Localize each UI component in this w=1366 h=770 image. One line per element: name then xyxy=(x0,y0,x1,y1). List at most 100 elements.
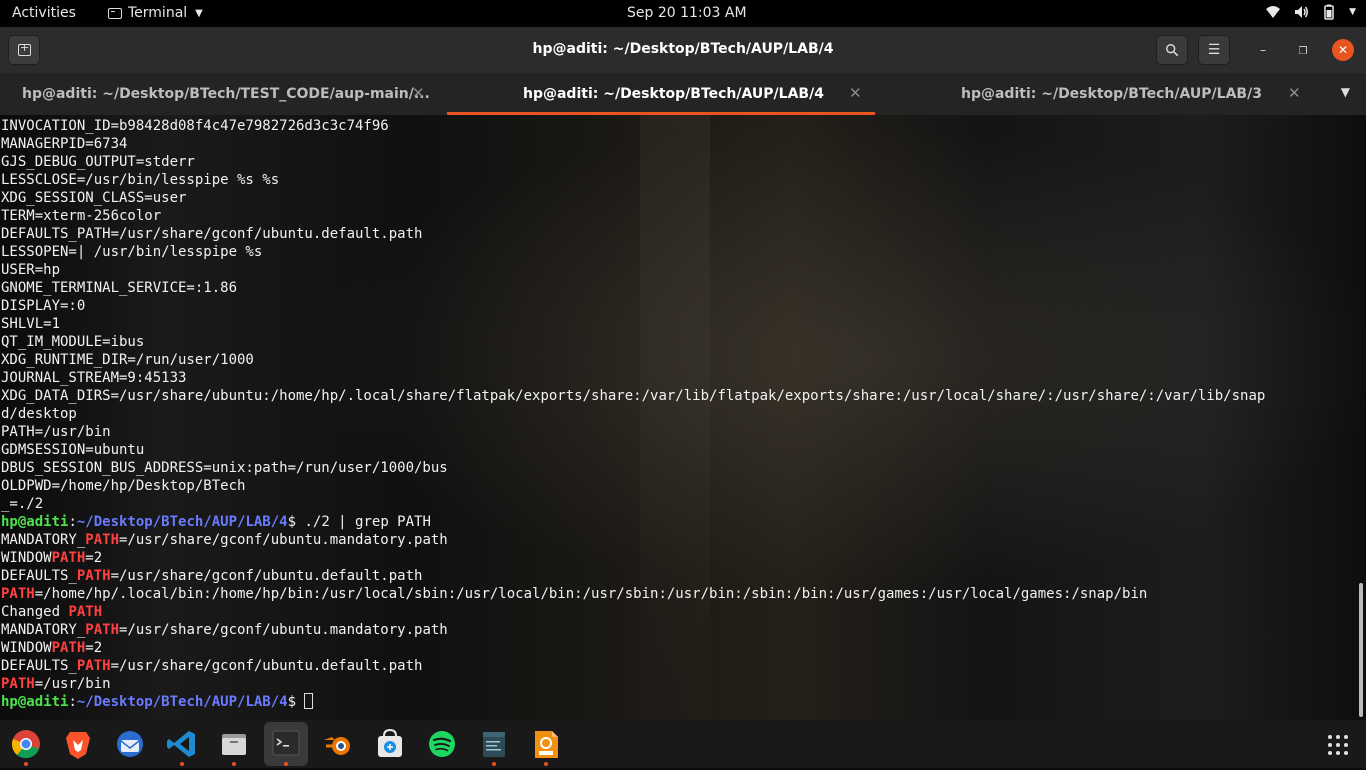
dock-text-editor[interactable] xyxy=(476,726,512,766)
grep-line: WINDOWPATH=2 xyxy=(1,550,103,566)
dock-software-center[interactable] xyxy=(372,726,408,762)
tab-close-icon[interactable]: ✕ xyxy=(1288,84,1301,102)
minimize-icon: – xyxy=(1260,43,1266,57)
minimize-button[interactable]: – xyxy=(1252,39,1274,61)
dock-chrome[interactable] xyxy=(8,726,44,766)
text-editor-icon xyxy=(483,732,505,757)
prompt-symbol: $ xyxy=(287,514,297,530)
terminal-line: INVOCATION_ID=b98428d08f4c47e7982726d3c3… xyxy=(1,118,389,134)
search-icon xyxy=(1166,44,1179,57)
running-indicator xyxy=(284,762,288,766)
search-button[interactable] xyxy=(1156,35,1188,65)
command-text: ./2 | grep PATH xyxy=(296,514,431,530)
app-menu-label: Terminal xyxy=(128,5,188,21)
prompt-line: hp@aditi:~/Desktop/BTech/AUP/LAB/4$ ./2 … xyxy=(1,513,1265,531)
chrome-icon xyxy=(11,730,40,759)
prompt-path: ~/Desktop/BTech/AUP/LAB/4 xyxy=(76,514,288,530)
grep-line: MANDATORY_PATH=/usr/share/gconf/ubuntu.m… xyxy=(1,532,448,548)
tab-label: hp@aditi: ~/Desktop/BTech/AUP/LAB/4 xyxy=(523,86,824,102)
terminal-output[interactable]: INVOCATION_ID=b98428d08f4c47e7982726d3c3… xyxy=(0,115,1366,720)
dock xyxy=(0,720,1366,768)
terminal-line: XDG_SESSION_CLASS=user xyxy=(1,190,187,206)
top-bar: Activities Terminal ▼ Sep 20 11:03 AM ▼ xyxy=(0,0,1366,27)
grep-line: MANDATORY_PATH=/usr/share/gconf/ubuntu.m… xyxy=(1,622,448,638)
grep-match: PATH xyxy=(76,658,111,674)
running-indicator xyxy=(24,762,28,766)
terminal-line: LESSCLOSE=/usr/bin/lesspipe %s %s xyxy=(1,172,280,188)
volume-icon xyxy=(1295,6,1309,18)
grep-match: PATH xyxy=(51,550,86,566)
dock-blender[interactable] xyxy=(320,726,356,762)
grep-line: PATH=/home/hp/.local/bin:/home/hp/bin:/u… xyxy=(1,586,1148,602)
tab-lab-4[interactable]: hp@aditi: ~/Desktop/BTech/AUP/LAB/4 ✕ xyxy=(447,73,875,115)
terminal-line: _=./2 xyxy=(1,496,44,512)
dock-spotify[interactable] xyxy=(424,726,460,762)
terminal-line: GNOME_TERMINAL_SERVICE=:1.86 xyxy=(1,280,238,296)
tab-close-icon[interactable]: ✕ xyxy=(849,84,862,102)
running-indicator xyxy=(544,762,548,766)
blender-icon xyxy=(324,737,350,755)
prompt-colon: : xyxy=(68,514,77,530)
running-indicator xyxy=(232,762,236,766)
terminal-line: GJS_DEBUG_OUTPUT=stderr xyxy=(1,154,195,170)
grep-line: PATH=/usr/bin xyxy=(1,676,111,692)
clock[interactable]: Sep 20 11:03 AM xyxy=(627,5,747,21)
grep-line: WINDOWPATH=2 xyxy=(1,640,103,656)
grep-line: DEFAULTS_PATH=/usr/share/gconf/ubuntu.de… xyxy=(1,658,423,674)
dock-brave[interactable] xyxy=(60,726,96,762)
tab-close-icon[interactable]: ✕ xyxy=(412,84,425,102)
terminal-icon xyxy=(108,7,122,19)
pdf-tool-icon xyxy=(535,731,558,758)
prompt-path: ~/Desktop/BTech/AUP/LAB/4 xyxy=(76,694,288,710)
prompt-user: hp@aditi xyxy=(1,514,69,530)
dock-files[interactable] xyxy=(216,726,252,766)
terminal-line: XDG_RUNTIME_DIR=/run/user/1000 xyxy=(1,352,254,368)
prompt-line: hp@aditi:~/Desktop/BTech/AUP/LAB/4$ xyxy=(1,693,1265,711)
terminal-line: d/desktop xyxy=(1,406,77,422)
activities-button[interactable]: Activities xyxy=(12,5,76,21)
grep-match: PATH xyxy=(85,532,120,548)
terminal-line: GDMSESSION=ubuntu xyxy=(1,442,145,458)
brave-icon xyxy=(66,732,90,759)
running-indicator xyxy=(180,762,184,766)
thunderbird-icon xyxy=(117,731,143,757)
terminal-line: MANAGERPID=6734 xyxy=(1,136,128,152)
tab-bar: hp@aditi: ~/Desktop/BTech/TEST_CODE/aup-… xyxy=(0,73,1366,115)
terminal-line: DEFAULTS_PATH=/usr/share/gconf/ubuntu.de… xyxy=(1,226,423,242)
wifi-icon xyxy=(1266,6,1281,18)
terminal-line: DISPLAY=:0 xyxy=(1,298,86,314)
system-tray[interactable]: ▼ xyxy=(1265,4,1356,20)
caret-down-icon: ▼ xyxy=(195,7,203,19)
tab-label: hp@aditi: ~/Desktop/BTech/AUP/LAB/3 xyxy=(961,86,1262,102)
software-center-icon xyxy=(378,728,402,757)
scrollbar[interactable] xyxy=(1359,583,1363,717)
hamburger-menu-button[interactable]: ☰ xyxy=(1198,35,1230,65)
terminal-line: PATH=/usr/bin xyxy=(1,424,111,440)
dock-thunderbird[interactable] xyxy=(112,726,148,762)
dock-vscode[interactable] xyxy=(164,726,200,766)
maximize-icon: ❐ xyxy=(1298,46,1308,57)
hamburger-menu-icon: ☰ xyxy=(1207,42,1221,58)
grep-match: PATH xyxy=(76,568,111,584)
terminal-line: SHLVL=1 xyxy=(1,316,61,332)
close-button[interactable]: ✕ xyxy=(1332,39,1354,61)
maximize-button[interactable]: ❐ xyxy=(1292,39,1314,61)
show-apps-icon[interactable] xyxy=(1326,733,1350,757)
dock-terminal[interactable] xyxy=(264,722,308,766)
dock-pdf-tool[interactable] xyxy=(528,726,564,766)
prompt-user: hp@aditi xyxy=(1,694,69,710)
grep-line: Changed PATH xyxy=(1,604,103,620)
running-indicator xyxy=(492,762,496,766)
grep-match: PATH xyxy=(1,676,35,692)
tab-lab-3[interactable]: hp@aditi: ~/Desktop/BTech/AUP/LAB/3 ✕ xyxy=(876,73,1316,115)
tab-test-code[interactable]: hp@aditi: ~/Desktop/BTech/TEST_CODE/aup-… xyxy=(0,73,446,115)
app-menu[interactable]: Terminal ▼ xyxy=(108,5,203,21)
vscode-icon xyxy=(167,731,195,757)
terminal-line: LESSOPEN=| /usr/bin/lesspipe %s xyxy=(1,244,263,260)
terminal-line: USER=hp xyxy=(1,262,61,278)
tabs-dropdown-icon[interactable]: ▼ xyxy=(1341,85,1350,99)
files-icon xyxy=(222,734,246,755)
terminal-line: TERM=xterm-256color xyxy=(1,208,162,224)
grep-line: DEFAULTS_PATH=/usr/share/gconf/ubuntu.de… xyxy=(1,568,423,584)
terminal-line: XDG_DATA_DIRS=/usr/share/ubuntu:/home/hp… xyxy=(1,388,1266,404)
